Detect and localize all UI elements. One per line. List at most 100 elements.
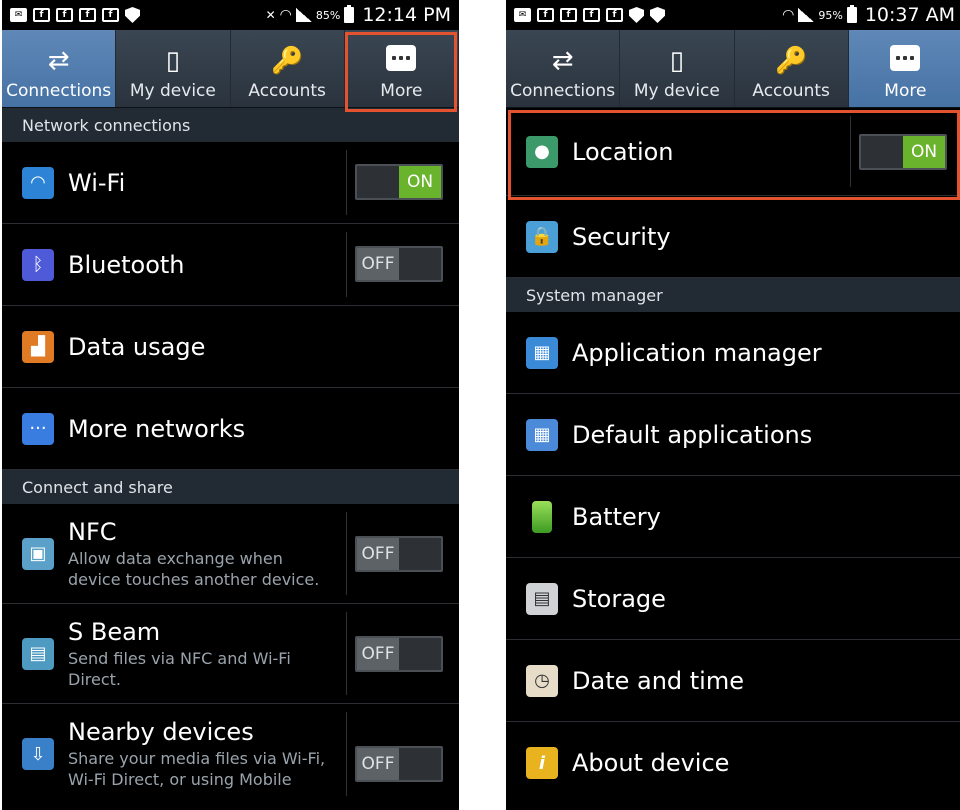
- divider: [850, 116, 851, 187]
- lock-icon: 🔒: [526, 220, 558, 253]
- location-pin-icon: ●: [526, 135, 558, 168]
- status-bar: ✉ f f f f ✕ ◠ 85% 12:14 PM: [2, 0, 459, 30]
- battery-icon: [532, 500, 552, 533]
- storage-card-icon: ▤: [526, 582, 558, 615]
- signal-icon: [798, 8, 815, 22]
- accounts-icon: 🔑: [270, 46, 304, 76]
- s-beam-description: Send files via NFC and Wi-Fi Direct.: [68, 648, 291, 689]
- connections-icon: ⇄: [47, 46, 70, 76]
- section-header-system: System manager: [506, 278, 960, 312]
- nearby-devices-label: Nearby devices: [68, 718, 254, 746]
- default-applications-label: Default applications: [572, 420, 813, 449]
- right-phone-screen: ✉ f f f f ◠ 95% 10:37 AM ⇄ Connections ▯…: [506, 0, 960, 810]
- tab-connections[interactable]: ⇄ Connections: [506, 30, 621, 107]
- mute-icon: ✕: [265, 8, 276, 22]
- clock-icon: ◷: [526, 664, 558, 697]
- location-label: Location: [572, 137, 674, 166]
- toggle-state: OFF: [357, 638, 399, 670]
- facebook-icon: f: [33, 8, 50, 22]
- tab-more[interactable]: More: [344, 30, 459, 107]
- tab-accounts[interactable]: 🔑 Accounts: [230, 30, 345, 107]
- data-usage-row[interactable]: ▟ Data usage: [2, 306, 459, 388]
- s-beam-icon: ▤: [22, 637, 54, 670]
- more-networks-label: More networks: [68, 414, 246, 443]
- location-row[interactable]: ● Location ON: [506, 108, 960, 196]
- about-device-label: About device: [572, 749, 730, 777]
- facebook-icon: f: [56, 8, 73, 22]
- more-networks-icon: ···: [22, 412, 54, 445]
- date-and-time-label: Date and time: [572, 666, 744, 695]
- toggle-state: ON: [399, 166, 441, 198]
- my-device-icon: ▯: [669, 46, 685, 76]
- about-device-row[interactable]: i About device: [506, 722, 960, 804]
- facebook-icon: f: [79, 8, 96, 22]
- bluetooth-row[interactable]: ᛒ Bluetooth OFF: [2, 224, 459, 306]
- s-beam-toggle[interactable]: OFF: [355, 636, 443, 672]
- nfc-row[interactable]: ▣ NFC Allow data exchange when device to…: [2, 504, 459, 604]
- wifi-status-icon: ◠: [782, 7, 795, 23]
- tab-label: More: [380, 81, 423, 101]
- settings-tab-bar: ⇄ Connections ▯ My device 🔑 Accounts Mor…: [2, 30, 459, 108]
- bluetooth-toggle[interactable]: OFF: [355, 246, 443, 282]
- storage-label: Storage: [572, 584, 666, 613]
- application-manager-label: Application manager: [572, 338, 822, 367]
- bluetooth-icon: ᛒ: [22, 248, 54, 281]
- facebook-icon: f: [606, 8, 623, 22]
- section-header-network: Network connections: [2, 108, 459, 142]
- nearby-devices-description: Share your media files via Wi-Fi, Wi-Fi …: [68, 749, 326, 789]
- nearby-devices-toggle[interactable]: OFF: [355, 746, 443, 782]
- divider: [346, 150, 347, 215]
- toggle-state: OFF: [357, 538, 399, 570]
- divider: [346, 712, 347, 796]
- bluetooth-label: Bluetooth: [68, 250, 185, 279]
- signal-icon: [295, 8, 312, 22]
- wifi-toggle[interactable]: ON: [355, 164, 443, 200]
- wifi-row[interactable]: ◠ Wi-Fi ON: [2, 142, 459, 224]
- toggle-state: ON: [903, 136, 945, 168]
- section-header-connect: Connect and share: [2, 470, 459, 504]
- security-label: Security: [572, 222, 671, 251]
- battery-label: Battery: [572, 502, 661, 531]
- battery-row[interactable]: Battery: [506, 476, 960, 558]
- clock: 12:14 PM: [362, 4, 451, 26]
- application-manager-icon: ▦: [526, 336, 558, 369]
- nfc-icon: ▣: [22, 537, 54, 570]
- nearby-devices-row[interactable]: ⇩ Nearby devices Share your media files …: [2, 704, 459, 804]
- clock: 10:37 AM: [864, 4, 955, 26]
- tab-label: My device: [129, 81, 216, 101]
- facebook-icon: f: [583, 8, 600, 22]
- battery-percentage: 85%: [315, 8, 341, 22]
- tab-my-device[interactable]: ▯ My device: [116, 30, 231, 107]
- toggle-state: OFF: [357, 748, 399, 780]
- battery-percentage: 95%: [818, 8, 843, 22]
- wifi-label: Wi-Fi: [68, 168, 126, 197]
- notification-icon: ✉: [10, 8, 27, 22]
- shield-icon: [629, 7, 644, 23]
- tab-connections[interactable]: ⇄ Connections: [2, 30, 117, 107]
- nfc-toggle[interactable]: OFF: [355, 536, 443, 572]
- more-icon: [890, 45, 921, 71]
- status-bar: ✉ f f f f ◠ 95% 10:37 AM: [506, 0, 960, 30]
- location-toggle[interactable]: ON: [859, 134, 947, 170]
- accounts-icon: 🔑: [774, 46, 808, 76]
- nearby-devices-icon: ⇩: [22, 738, 54, 770]
- divider: [346, 512, 347, 595]
- tab-my-device[interactable]: ▯ My device: [620, 30, 735, 107]
- s-beam-row[interactable]: ▤ S Beam Send files via NFC and Wi-Fi Di…: [2, 604, 459, 704]
- tab-more[interactable]: More: [848, 30, 960, 107]
- divider: [346, 612, 347, 695]
- tab-accounts[interactable]: 🔑 Accounts: [734, 30, 849, 107]
- wifi-icon: ◠: [22, 166, 54, 199]
- security-row[interactable]: 🔒 Security: [506, 196, 960, 278]
- default-applications-icon: ▦: [526, 418, 558, 451]
- more-networks-row[interactable]: ··· More networks: [2, 388, 459, 470]
- battery-icon: [846, 5, 857, 23]
- s-beam-label: S Beam: [68, 617, 161, 646]
- application-manager-row[interactable]: ▦ Application manager: [506, 312, 960, 394]
- date-and-time-row[interactable]: ◷ Date and time: [506, 640, 960, 722]
- my-device-icon: ▯: [165, 46, 181, 76]
- shield-icon: [125, 7, 140, 23]
- storage-row[interactable]: ▤ Storage: [506, 558, 960, 640]
- default-applications-row[interactable]: ▦ Default applications: [506, 394, 960, 476]
- toggle-state: OFF: [357, 248, 399, 280]
